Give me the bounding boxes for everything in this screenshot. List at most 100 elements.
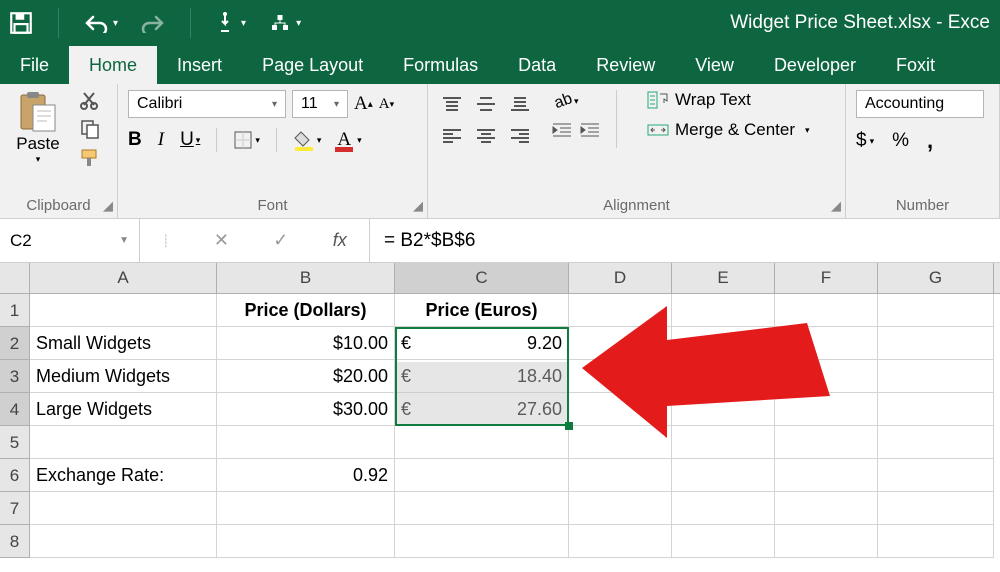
fill-color-button[interactable]: ▾ [293,129,322,151]
row-header-8[interactable]: 8 [0,525,30,558]
cell-C7[interactable] [395,492,569,525]
cut-button[interactable] [80,90,102,113]
borders-button[interactable]: ▾ [233,130,260,150]
font-launcher-icon[interactable]: ◢ [413,198,423,214]
cell-E7[interactable] [672,492,775,525]
cell-B5[interactable] [217,426,395,459]
format-painter-button[interactable] [80,148,102,171]
tab-insert[interactable]: Insert [157,46,242,84]
cell-F3[interactable] [775,360,878,393]
cell-A5[interactable] [30,426,217,459]
cell-F1[interactable] [775,294,878,327]
cell-D5[interactable] [569,426,672,459]
cell-B4[interactable]: $30.00 [217,393,395,426]
col-header-E[interactable]: E [672,263,775,293]
cell-C8[interactable] [395,525,569,558]
alignment-launcher-icon[interactable]: ◢ [831,198,841,214]
align-bottom-button[interactable] [506,90,534,118]
tab-view[interactable]: View [675,46,754,84]
undo-button[interactable]: ▾ [83,13,118,33]
increase-font-button[interactable]: A▴ [354,93,373,115]
decrease-indent-button[interactable] [552,122,572,138]
decrease-font-button[interactable]: A▾ [379,96,394,113]
cell-B2[interactable]: $10.00 [217,327,395,360]
cell-G2[interactable] [878,327,994,360]
tab-home[interactable]: Home [69,46,157,84]
cell-E1[interactable] [672,294,775,327]
cell-B6[interactable]: 0.92 [217,459,395,492]
cell-E2[interactable] [672,327,775,360]
align-left-button[interactable] [438,122,466,150]
formula-cancel-button[interactable]: ┊ [162,234,169,248]
formula-cancel-icon[interactable]: ✕ [214,230,229,251]
row-header-2[interactable]: 2 [0,327,30,360]
orientation-button[interactable]: ab▾ [552,90,600,112]
cell-A4[interactable]: Large Widgets [30,393,217,426]
cell-D8[interactable] [569,525,672,558]
cell-E5[interactable] [672,426,775,459]
touch-mode-button[interactable]: ▾ [215,11,246,35]
cell-A1[interactable] [30,294,217,327]
col-header-D[interactable]: D [569,263,672,293]
select-all-corner[interactable] [0,263,30,293]
copy-button[interactable] [80,119,102,142]
paste-button[interactable]: Paste ▾ [10,90,66,165]
cell-C2[interactable]: €9.20 [395,327,569,360]
cell-A2[interactable]: Small Widgets [30,327,217,360]
cell-C5[interactable] [395,426,569,459]
row-header-4[interactable]: 4 [0,393,30,426]
number-format-combo[interactable]: Accounting [856,90,984,118]
cell-A8[interactable] [30,525,217,558]
cell-G1[interactable] [878,294,994,327]
cell-D2[interactable] [569,327,672,360]
clipboard-launcher-icon[interactable]: ◢ [103,198,113,214]
align-center-button[interactable] [472,122,500,150]
increase-indent-button[interactable] [580,122,600,138]
formula-input[interactable]: = B2*$B$6 [370,219,1000,262]
save-button[interactable] [8,10,34,36]
name-box[interactable]: C2 ▼ [0,219,140,262]
col-header-F[interactable]: F [775,263,878,293]
cell-D3[interactable] [569,360,672,393]
col-header-C[interactable]: C [395,263,569,293]
cell-C4[interactable]: €27.60 [395,393,569,426]
fx-button[interactable]: fx [333,230,347,251]
cell-G5[interactable] [878,426,994,459]
col-header-G[interactable]: G [878,263,994,293]
cell-A7[interactable] [30,492,217,525]
row-header-5[interactable]: 5 [0,426,30,459]
cell-G6[interactable] [878,459,994,492]
font-color-button[interactable]: A▾ [337,129,361,152]
align-middle-button[interactable] [472,90,500,118]
tab-file[interactable]: File [0,46,69,84]
cell-A6[interactable]: Exchange Rate: [30,459,217,492]
cell-C1[interactable]: Price (Euros) [395,294,569,327]
cell-F5[interactable] [775,426,878,459]
wrap-text-button[interactable]: Wrap Text [647,90,810,110]
tab-foxit[interactable]: Foxit [876,46,955,84]
italic-button[interactable]: I [158,129,164,151]
cell-G7[interactable] [878,492,994,525]
font-name-combo[interactable]: Calibri▾ [128,90,286,118]
comma-format-button[interactable]: , [927,128,933,154]
cell-F4[interactable] [775,393,878,426]
cell-D1[interactable] [569,294,672,327]
row-header-7[interactable]: 7 [0,492,30,525]
cell-F8[interactable] [775,525,878,558]
bold-button[interactable]: B [128,129,142,151]
cell-G4[interactable] [878,393,994,426]
cell-F7[interactable] [775,492,878,525]
cell-F2[interactable] [775,327,878,360]
redo-button[interactable] [140,13,166,33]
accounting-format-button[interactable]: $▾ [856,130,874,152]
cell-C3[interactable]: €18.40 [395,360,569,393]
cell-D4[interactable] [569,393,672,426]
merge-center-button[interactable]: Merge & Center ▾ [647,120,810,140]
cell-G8[interactable] [878,525,994,558]
formula-enter-icon[interactable]: ✓ [273,230,288,251]
addins-button[interactable]: ▾ [268,11,301,35]
row-header-6[interactable]: 6 [0,459,30,492]
cell-B7[interactable] [217,492,395,525]
cell-E8[interactable] [672,525,775,558]
font-size-combo[interactable]: 11▾ [292,90,348,118]
